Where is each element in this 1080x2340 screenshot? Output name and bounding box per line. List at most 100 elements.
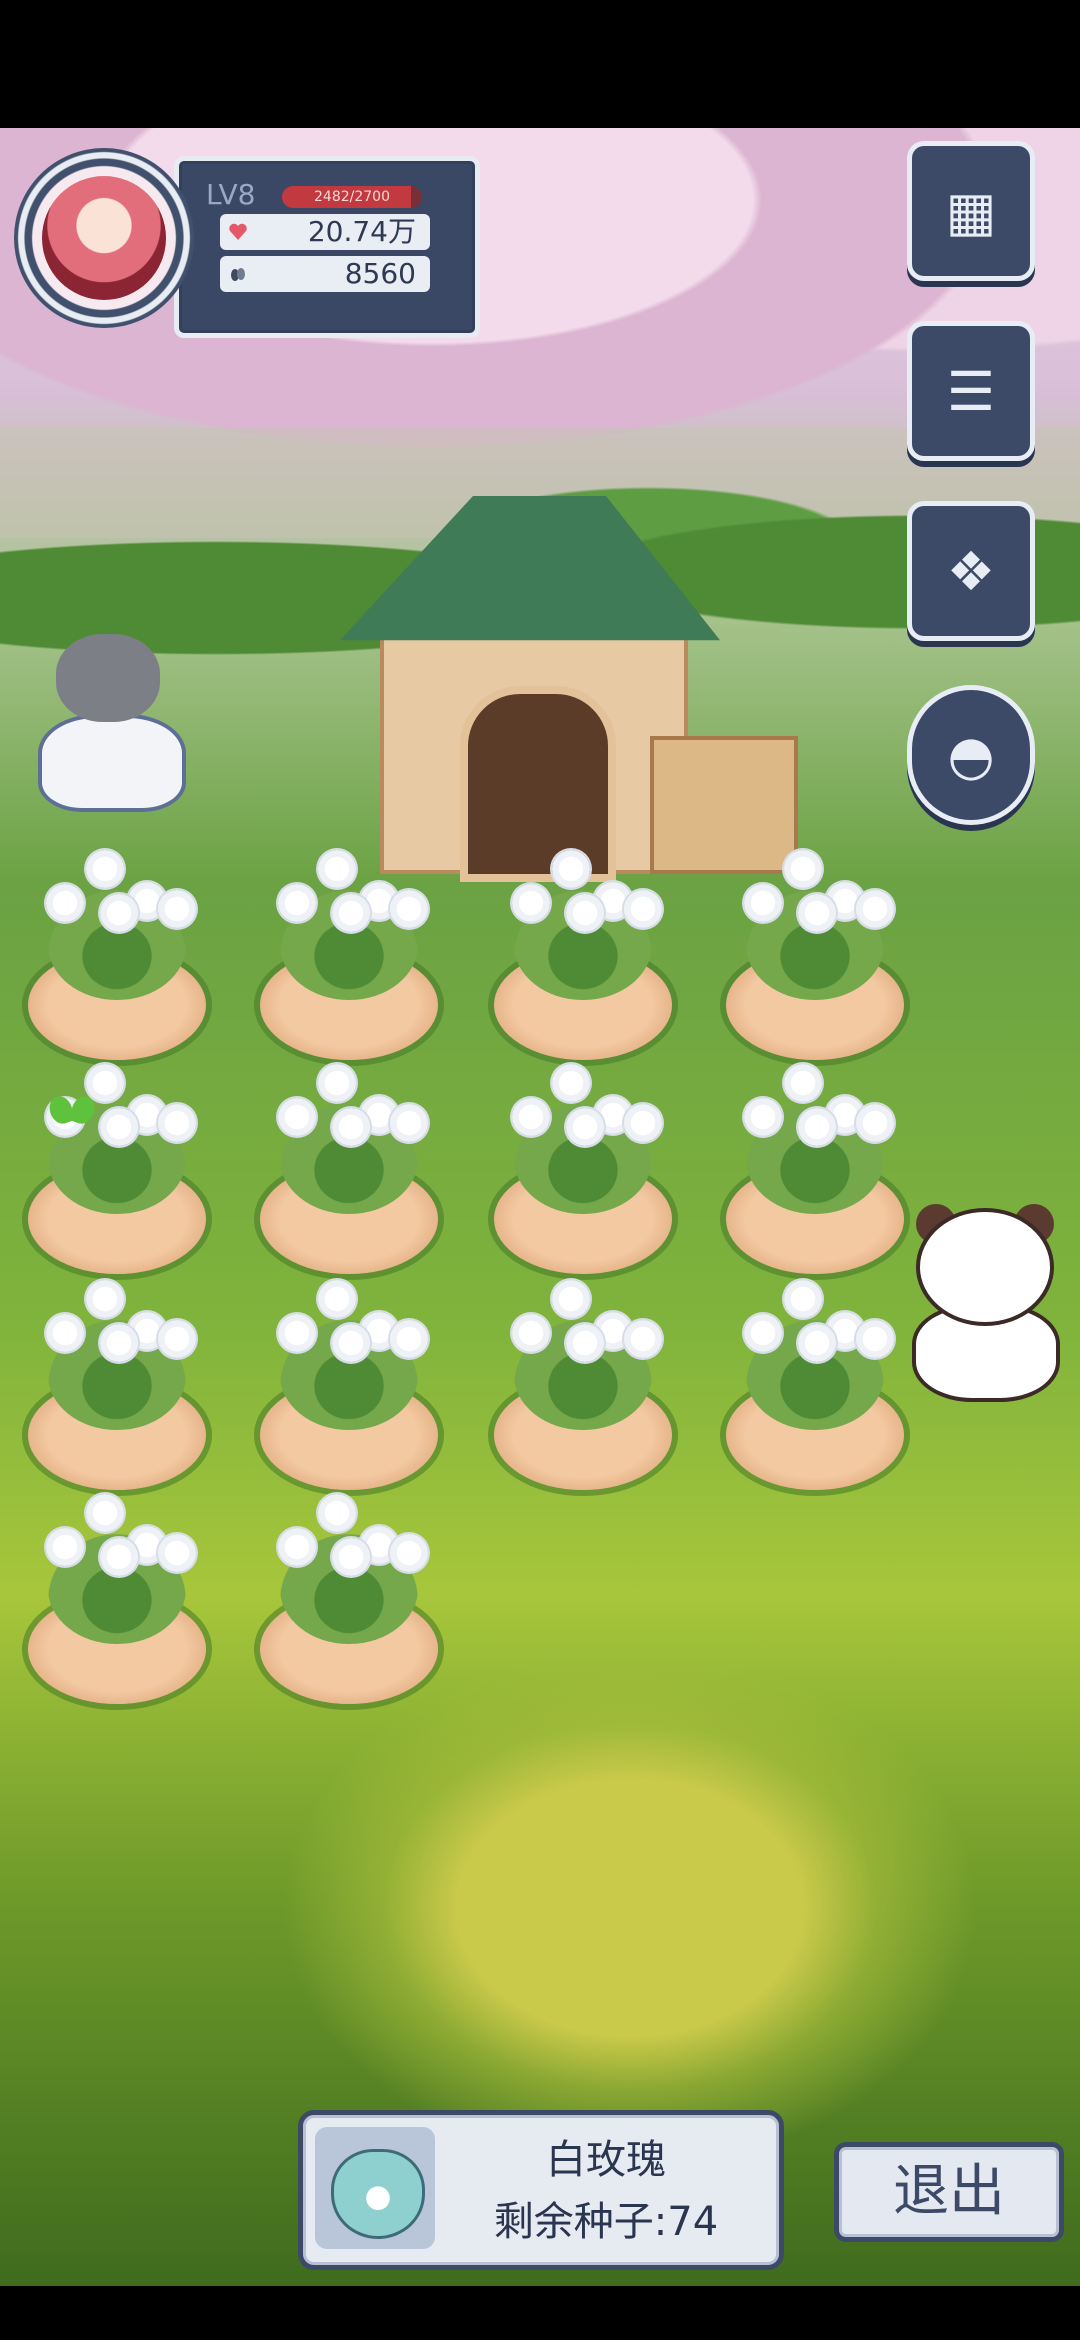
white-rose-flower (856, 1104, 894, 1142)
garden-plot[interactable] (494, 1280, 672, 1490)
dirt-path (280, 1648, 980, 2168)
white-rose-flower (798, 1108, 836, 1146)
white-rose-flower (100, 1108, 138, 1146)
white-rose-flower (512, 1098, 550, 1136)
garden-plot[interactable] (260, 1064, 438, 1274)
seed-icon (231, 268, 245, 281)
white-rose-flower (46, 1528, 84, 1566)
seed-remaining: 剩余种子:74 (493, 2199, 719, 2245)
white-rose-flower (784, 850, 822, 888)
white-rose-flower (100, 1538, 138, 1576)
exit-button[interactable]: 退出 (834, 2142, 1064, 2242)
nav-bar-area (0, 2286, 1080, 2340)
seed-bag-slot (315, 2127, 435, 2249)
avatar[interactable] (14, 148, 194, 328)
butterfly-icon (45, 1093, 99, 1127)
white-rose-flower (744, 1098, 782, 1136)
gift-box-icon: ❖ (946, 539, 996, 603)
white-rose-flower (318, 1064, 356, 1102)
white-rose-flower (390, 1320, 428, 1358)
white-rose-flower (100, 1324, 138, 1362)
tasks-button[interactable]: ☰ (912, 326, 1030, 456)
white-rose-flower (552, 1064, 590, 1102)
white-rose-flower (158, 1320, 196, 1358)
garden-plot[interactable] (726, 1064, 904, 1274)
white-rose-flower (512, 1314, 550, 1352)
garden-plot[interactable] (260, 1494, 438, 1704)
balloon-button[interactable]: ◓ (912, 690, 1030, 820)
garden-plot[interactable] (260, 850, 438, 1060)
white-rose-flower (624, 1104, 662, 1142)
panda-head (920, 1212, 1050, 1322)
white-rose-flower (332, 894, 370, 932)
white-rose-flower (332, 1538, 370, 1576)
avatar-portrait (42, 176, 166, 300)
white-rose-flower (552, 850, 590, 888)
white-rose-flower (856, 890, 894, 928)
garden-plot[interactable] (28, 1280, 206, 1490)
garden-plot[interactable] (726, 850, 904, 1060)
garden-plot[interactable] (28, 1494, 206, 1704)
white-rose-flower (784, 1064, 822, 1102)
cat-body (38, 714, 186, 812)
gift-button[interactable]: ❖ (912, 506, 1030, 636)
garden-plot[interactable] (28, 850, 206, 1060)
white-rose-flower (158, 1534, 196, 1572)
white-rose-flower (332, 1324, 370, 1362)
cat-head (56, 634, 160, 722)
clipboard-tasks-icon: ☰ (946, 359, 996, 423)
panda-character[interactable] (910, 1204, 1070, 1402)
calendar-button[interactable]: ▦ (912, 146, 1030, 276)
seeds-value: 8560 (344, 257, 416, 290)
white-rose-flower (798, 1324, 836, 1362)
exit-label: 退出 (893, 2159, 1005, 2224)
white-rose-flower (512, 884, 550, 922)
white-rose-flower (46, 1314, 84, 1352)
hearts-value: 20.74万 (307, 215, 416, 248)
xp-progress-bar: 2482/2700 (282, 186, 422, 208)
white-rose-flower (566, 894, 604, 932)
white-rose-flower (390, 890, 428, 928)
dog-house[interactable] (340, 496, 798, 882)
white-rose-flower (318, 1280, 356, 1318)
seeds-stat: 8560 (220, 256, 430, 292)
white-rose-flower (390, 1104, 428, 1142)
white-rose-flower (566, 1108, 604, 1146)
white-rose-flower (552, 1280, 590, 1318)
white-rose-flower (86, 1280, 124, 1318)
white-rose-flower (100, 894, 138, 932)
calendar-icon: ▦ (945, 179, 997, 243)
white-rose-flower (856, 1320, 894, 1358)
garden-plot[interactable] (494, 1064, 672, 1274)
white-rose-flower (158, 890, 196, 928)
heart-icon (229, 223, 247, 240)
hearts-stat: 20.74万 (220, 214, 430, 250)
white-rose-flower (278, 1528, 316, 1566)
white-rose-flower (624, 1320, 662, 1358)
white-rose-flower (86, 850, 124, 888)
white-rose-flower (318, 1494, 356, 1532)
seed-selector[interactable]: 白玫瑰 剩余种子:74 (298, 2110, 784, 2270)
white-rose-flower (390, 1534, 428, 1572)
white-rose-flower (744, 884, 782, 922)
white-rose-flower (158, 1104, 196, 1142)
player-level: LV8 (206, 178, 256, 211)
white-rose-flower (278, 1098, 316, 1136)
white-rose-flower (46, 884, 84, 922)
seed-bag-icon (331, 2149, 425, 2239)
white-rose-flower (798, 894, 836, 932)
white-rose-flower (318, 850, 356, 888)
white-rose-flower (278, 1314, 316, 1352)
garden-plot[interactable] (494, 850, 672, 1060)
garden-plot[interactable] (726, 1280, 904, 1490)
seed-name: 白玫瑰 (546, 2137, 666, 2183)
game-screen: LV8 2482/2700 20.74万 8560 ▦ ☰ ❖ ◓ 白玫瑰 剩余… (0, 0, 1080, 2340)
white-rose-flower (624, 890, 662, 928)
hot-air-balloon-icon: ◓ (947, 723, 995, 787)
white-rose-flower (86, 1494, 124, 1532)
status-bar-area (0, 0, 1080, 128)
white-rose-flower (566, 1324, 604, 1362)
white-rose-flower (784, 1280, 822, 1318)
cat-character[interactable] (28, 634, 188, 812)
garden-plot[interactable] (260, 1280, 438, 1490)
